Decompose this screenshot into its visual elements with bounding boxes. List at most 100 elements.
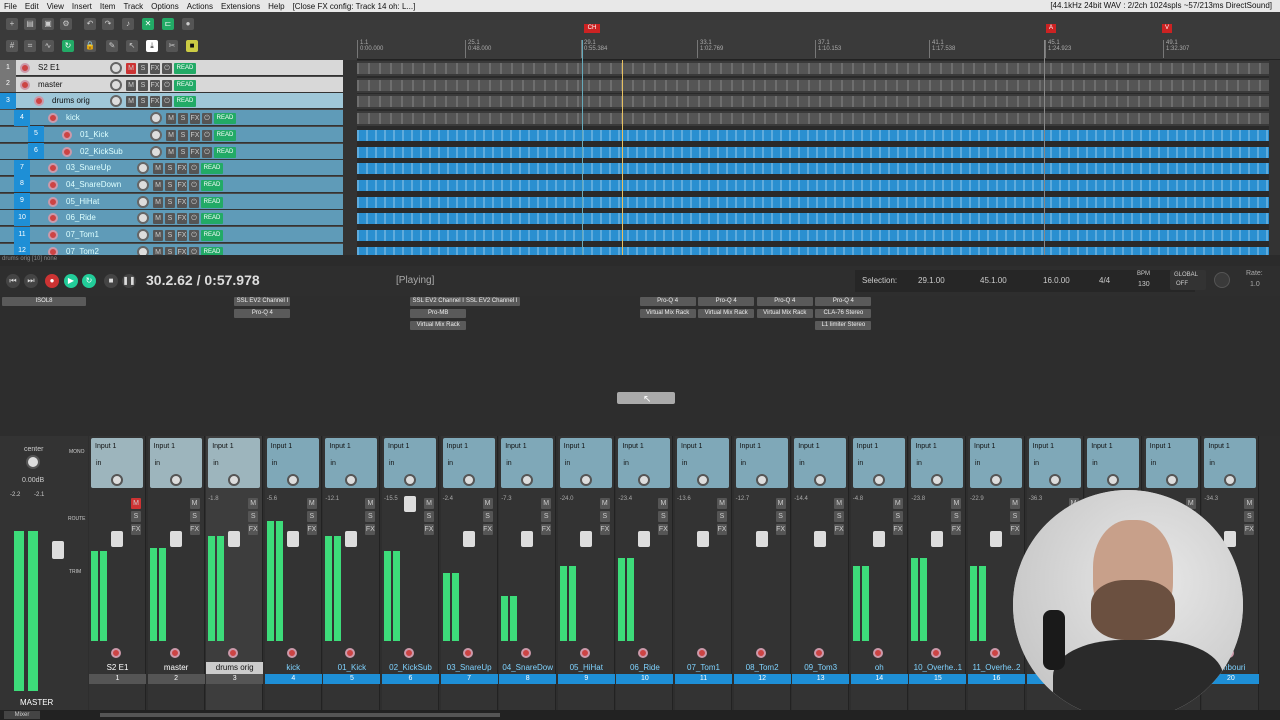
solo-button[interactable]: S [306,511,317,522]
media-item-waveform[interactable] [357,96,1269,108]
pan-knob[interactable] [462,474,475,486]
input-section[interactable]: Input 1 in [1145,438,1198,488]
solo-button[interactable]: S [131,511,141,522]
fx-button[interactable]: FX [951,524,962,535]
fx-button[interactable]: FX [658,524,669,535]
volume-fader[interactable] [169,531,182,547]
mute-button[interactable]: M [306,498,317,509]
fx-button[interactable]: FX [131,524,141,535]
selection-length[interactable]: 16.0.00 [1043,276,1070,285]
fx-button[interactable]: FX [190,129,200,141]
mute-button[interactable]: M [153,213,163,225]
fx-bypass-button[interactable]: ⏻ [162,79,172,91]
play-icon[interactable]: ▶ [64,274,78,288]
fx-button[interactable]: FX [190,113,200,125]
input-select[interactable]: Input 1 [154,443,175,450]
fx-button[interactable]: FX [177,246,187,255]
cursor-icon[interactable]: ↖ [126,40,138,52]
fx-button[interactable]: FX [190,146,200,158]
input-section[interactable]: Input 1 in [384,438,436,488]
pan-knob[interactable] [1224,474,1237,486]
fx-button[interactable]: FX [834,524,845,535]
input-select[interactable]: Input 1 [95,443,116,450]
mute-button[interactable]: M [541,498,552,509]
fx-button[interactable]: FX [1244,524,1255,535]
track-name[interactable]: 02_KickSub [80,147,123,156]
input-select[interactable]: Input 1 [1150,443,1171,450]
region-marker-v[interactable]: V [1162,24,1172,33]
pan-knob[interactable] [638,474,651,486]
track-name[interactable]: 07_Tom2 [66,247,99,255]
pan-knob[interactable] [579,474,592,486]
record-arm-icon[interactable] [931,648,942,658]
media-item-waveform[interactable] [357,246,1269,255]
arrange-lane[interactable] [357,211,1269,227]
track-name[interactable]: S2 E1 [38,63,60,72]
go-to-end-icon[interactable]: ⏭ [24,274,38,288]
media-item-waveform[interactable] [357,146,1269,158]
selection-end[interactable]: 45.1.00 [980,276,1007,285]
master-mono-button[interactable]: MONO [69,449,85,455]
menu-help[interactable]: Help [264,2,288,11]
mute-button[interactable]: M [126,96,136,108]
arrange-lane[interactable] [357,94,1269,110]
menu-edit[interactable]: Edit [21,2,43,11]
grid-icon[interactable]: # [6,40,18,52]
arrange-lane[interactable] [357,194,1269,210]
record-arm-icon[interactable] [111,648,121,658]
fx-button[interactable]: FX [150,79,160,91]
mute-button[interactable]: M [153,230,163,241]
volume-fader[interactable] [814,531,827,547]
fx-bypass-button[interactable]: ⏻ [189,163,199,175]
volume-fader[interactable] [521,531,534,547]
fx-button[interactable]: FX [892,524,903,535]
solo-button[interactable]: S [138,96,148,108]
record-arm-icon[interactable] [286,648,297,658]
track-row[interactable]: 4 kick M S FX ⏻ READ [0,109,343,127]
fx-bypass-button[interactable]: ⏻ [202,146,212,158]
media-item-waveform[interactable] [357,230,1269,241]
pan-knob[interactable] [755,474,768,486]
track-row[interactable]: 6 02_KickSub M S FX ⏻ READ [0,143,343,160]
arrange-lane[interactable] [357,244,1269,255]
ripple-edit-icon[interactable]: ✕ [142,18,154,30]
record-arm-icon[interactable] [579,648,590,658]
input-section[interactable]: Input 1 in [208,438,261,488]
record-arm-icon[interactable] [48,213,58,224]
fx-button[interactable]: FX [177,163,187,175]
fx-bypass-button[interactable]: ⏻ [189,246,199,255]
snap-icon[interactable]: ⌗ [24,40,36,52]
mute-button[interactable]: M [951,498,962,509]
fx-slot[interactable]: ISOL8 [2,297,86,306]
fx-bypass-button[interactable]: ⏻ [202,113,212,125]
volume-fader[interactable] [755,531,768,547]
mute-button[interactable]: M [126,63,136,74]
region-marker-a[interactable]: A [1046,24,1056,33]
media-item-waveform[interactable] [357,179,1269,191]
mute-button[interactable]: M [166,113,176,125]
track-name[interactable]: 03_SnareUp [66,163,111,172]
automation-mode-button[interactable]: READ [214,113,236,125]
automation-mode-button[interactable]: READ [214,129,236,141]
volume-fader[interactable] [228,531,241,547]
go-to-start-icon[interactable]: ⏮ [6,274,20,288]
pan-knob[interactable] [228,474,241,486]
record-arm-icon[interactable] [48,196,58,207]
track-row[interactable]: 3 drums orig M S FX ⏻ READ [0,92,343,110]
input-section[interactable]: Input 1 in [149,438,202,488]
input-select[interactable]: Input 1 [1091,443,1112,450]
input-select[interactable]: Input 1 [271,443,292,450]
solo-button[interactable]: S [165,196,175,208]
volume-fader[interactable] [462,531,475,547]
volume-fader[interactable] [990,531,1002,547]
track-name[interactable]: master [38,80,62,89]
arrange-lane[interactable] [357,127,1269,143]
lock-icon[interactable]: 🔒 [84,40,96,52]
track-row[interactable]: 8 04_SnareDown M S FX ⏻ READ [0,176,343,193]
input-select[interactable]: Input 1 [329,443,350,450]
channel-name[interactable]: drums orig [206,662,264,674]
automation-mode-button[interactable]: READ [201,196,223,208]
record-arm-icon[interactable] [404,648,414,658]
solo-button[interactable]: S [1244,511,1255,522]
project-settings-icon[interactable]: ⚙ [60,18,72,30]
